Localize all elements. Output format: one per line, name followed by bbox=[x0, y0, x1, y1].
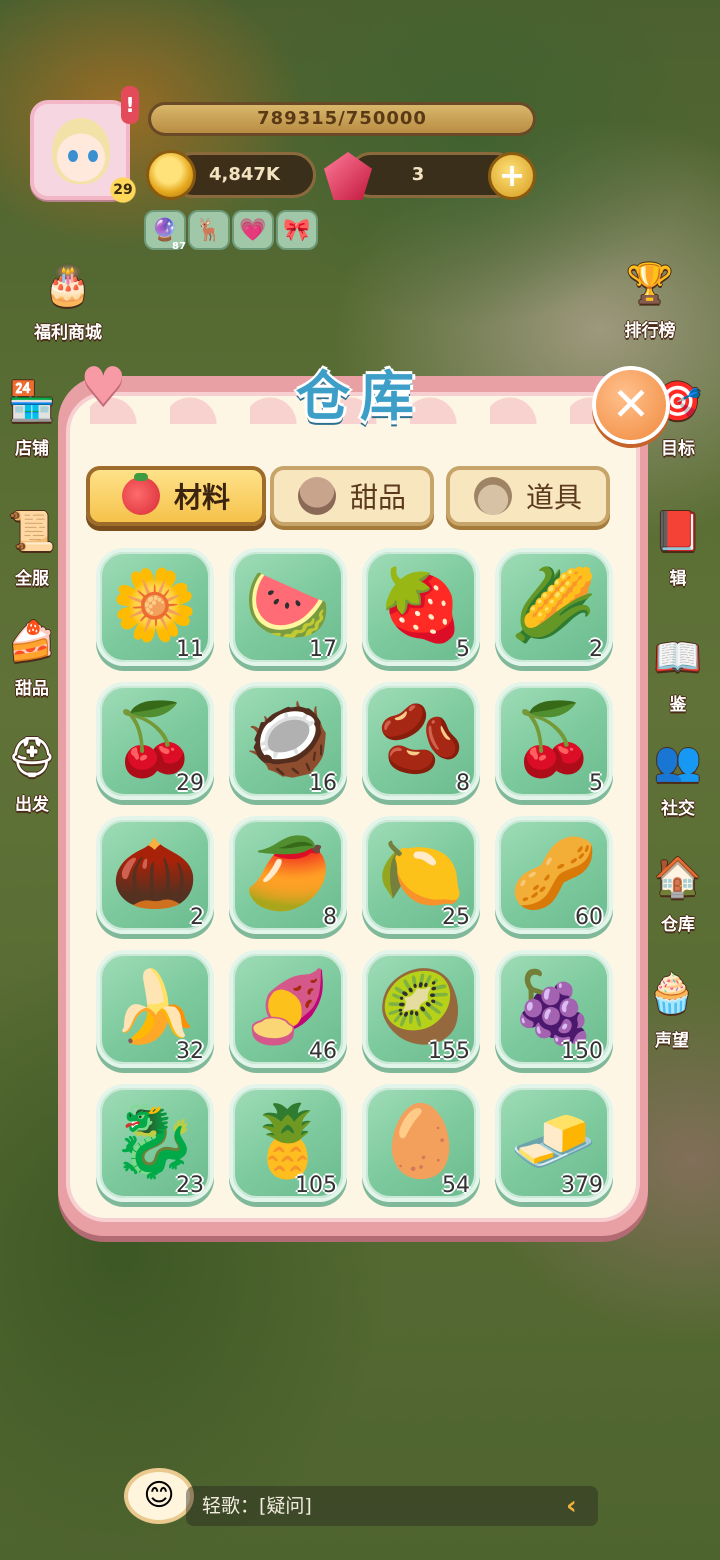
coin-amount: 4,847K bbox=[209, 164, 280, 185]
inventory-slot[interactable]: 🥥 16 bbox=[229, 682, 347, 800]
buff-heart-icon[interactable]: 💗 bbox=[232, 210, 274, 250]
item-quantity: 5 bbox=[589, 771, 603, 796]
item-quantity: 2 bbox=[190, 905, 204, 930]
item-quantity: 379 bbox=[561, 1173, 603, 1198]
item-quantity: 8 bbox=[323, 905, 337, 930]
modal-title: 仓库 bbox=[296, 365, 424, 428]
avatar-eye-left bbox=[68, 150, 78, 162]
buff-glyph: 💗 bbox=[239, 217, 267, 243]
item-quantity: 5 bbox=[456, 637, 470, 662]
inventory-slot[interactable]: 🥭 8 bbox=[229, 816, 347, 934]
alert-icon[interactable]: ! bbox=[121, 86, 139, 124]
item-quantity: 32 bbox=[176, 1039, 204, 1064]
buff-glyph: 🦌 bbox=[195, 217, 223, 243]
item-quantity: 150 bbox=[561, 1039, 603, 1064]
book-icon: 📖 bbox=[654, 635, 702, 679]
inventory-slot[interactable]: 🍍 105 bbox=[229, 1084, 347, 1202]
tab-desserts[interactable]: 甜品 bbox=[270, 466, 434, 526]
menu-label: 排行榜 bbox=[624, 321, 676, 341]
avatar-face bbox=[52, 118, 110, 184]
menu-label: 声望 bbox=[655, 1031, 689, 1051]
chat-message-bar[interactable]: 轻歌：[疑问] bbox=[186, 1486, 598, 1526]
item-quantity: 23 bbox=[176, 1173, 204, 1198]
experience-text: 789315/750000 bbox=[257, 108, 427, 129]
inventory-slot[interactable]: 🍇 150 bbox=[495, 950, 613, 1068]
scroll-icon: 📜 bbox=[8, 509, 56, 553]
item-quantity: 46 bbox=[309, 1039, 337, 1064]
item-quantity: 105 bbox=[295, 1173, 337, 1198]
item-quantity: 60 bbox=[575, 905, 603, 930]
gem-amount: 3 bbox=[411, 164, 425, 185]
inventory-slot[interactable]: 🍓 5 bbox=[362, 548, 480, 666]
helmet-icon: ⛑ bbox=[7, 735, 57, 779]
cupcake-icon: 🧁 bbox=[648, 971, 696, 1015]
chevron-left-icon[interactable]: ‹ bbox=[566, 1493, 590, 1519]
item-quantity: 155 bbox=[428, 1039, 470, 1064]
item-quantity: 11 bbox=[176, 637, 204, 662]
menu-label: 目标 bbox=[661, 439, 695, 459]
jar-icon bbox=[473, 477, 512, 515]
menu-label: 社交 bbox=[661, 799, 695, 819]
inventory-slot[interactable]: 🌼 11 bbox=[96, 548, 214, 666]
tab-materials[interactable]: 材料 bbox=[86, 466, 266, 526]
inventory-slot[interactable]: 🍠 46 bbox=[229, 950, 347, 1068]
inventory-slot[interactable]: 🐉 23 bbox=[96, 1084, 214, 1202]
item-quantity: 16 bbox=[309, 771, 337, 796]
inventory-slot[interactable]: 🍌 32 bbox=[96, 950, 214, 1068]
muffin-icon bbox=[297, 477, 336, 515]
buff-count: 87 bbox=[172, 241, 186, 252]
buff-gift-icon[interactable]: 🎀 bbox=[276, 210, 318, 250]
people-icon: 👥 bbox=[654, 739, 702, 783]
item-quantity: 2 bbox=[589, 637, 603, 662]
coin-icon bbox=[146, 150, 196, 200]
inventory-slot[interactable]: 🥚 54 bbox=[362, 1084, 480, 1202]
inventory-slot[interactable]: 🍉 17 bbox=[229, 548, 347, 666]
house-icon: 🏠 bbox=[654, 855, 702, 899]
menu-label: 福利商城 bbox=[34, 323, 102, 343]
shop-icon: 🏪 bbox=[8, 379, 56, 423]
menu-label: 甜品 bbox=[15, 679, 49, 699]
player-level-badge: 29 bbox=[106, 176, 140, 204]
buff-reindeer-icon[interactable]: 🦌 bbox=[188, 210, 230, 250]
inventory-slot[interactable]: 🍋 25 bbox=[362, 816, 480, 934]
menu-label: 仓库 bbox=[661, 915, 695, 935]
tab-label: 材料 bbox=[173, 481, 230, 514]
inventory-slot[interactable]: 🧈 379 bbox=[495, 1084, 613, 1202]
add-gems-button[interactable]: + bbox=[488, 152, 536, 200]
inventory-slot[interactable]: 🥝 155 bbox=[362, 950, 480, 1068]
item-quantity: 29 bbox=[176, 771, 204, 796]
dessert-icon: 🍰 bbox=[8, 619, 56, 663]
inventory-slot[interactable]: 🍒 5 bbox=[495, 682, 613, 800]
inventory-slot[interactable]: 🥜 60 bbox=[495, 816, 613, 934]
menu-welfare-shop[interactable]: 🎂 福利商城 bbox=[22, 254, 114, 343]
menu-label: 店铺 bbox=[15, 439, 49, 459]
album-icon: 📕 bbox=[654, 509, 702, 553]
item-quantity: 17 bbox=[309, 637, 337, 662]
tomato-icon bbox=[121, 473, 160, 515]
trophy-icon: 🏆 bbox=[626, 261, 674, 305]
heart-icon: ♥ bbox=[80, 357, 127, 417]
cake-shop-icon: 🎂 bbox=[44, 263, 92, 307]
tab-label: 甜品 bbox=[349, 481, 406, 514]
inventory-slot[interactable]: 🌰 2 bbox=[96, 816, 214, 934]
avatar-eye-right bbox=[88, 150, 98, 162]
inventory-slot[interactable]: 🌽 2 bbox=[495, 548, 613, 666]
buff-glyph: 🔮 bbox=[151, 217, 179, 243]
chat-emoji-button[interactable]: 😊 bbox=[124, 1468, 194, 1524]
inventory-slot[interactable]: 🍒 29 bbox=[96, 682, 214, 800]
inventory-slot[interactable]: 🫘 8 bbox=[362, 682, 480, 800]
tab-props[interactable]: 道具 bbox=[446, 466, 610, 526]
item-quantity: 25 bbox=[442, 905, 470, 930]
tab-label: 道具 bbox=[525, 481, 582, 514]
menu-label: 辑 bbox=[669, 569, 687, 589]
menu-label: 鉴 bbox=[669, 695, 687, 715]
item-quantity: 54 bbox=[442, 1173, 470, 1198]
experience-bar: 789315/750000 bbox=[148, 102, 536, 136]
close-button[interactable]: ✕ bbox=[592, 366, 670, 444]
menu-label: 出发 bbox=[15, 795, 49, 815]
menu-label: 全服 bbox=[15, 569, 49, 589]
item-quantity: 8 bbox=[456, 771, 470, 796]
menu-leaderboard[interactable]: 🏆 排行榜 bbox=[604, 252, 696, 341]
buff-glyph: 🎀 bbox=[283, 217, 311, 243]
